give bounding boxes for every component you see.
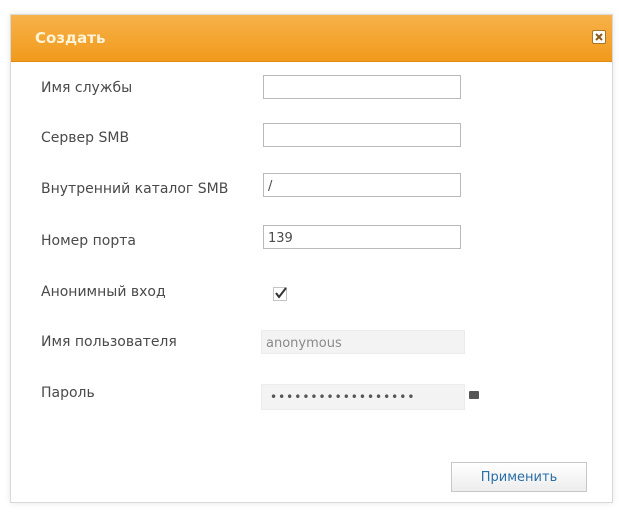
internal-dir-label: Внутренний каталог SMB: [41, 181, 229, 197]
service-name-input[interactable]: [263, 75, 461, 99]
username-label: Имя пользователя: [41, 334, 177, 350]
anonymous-checkbox[interactable]: [273, 287, 287, 301]
password-input[interactable]: ••••••••••••••••••: [261, 384, 465, 410]
port-label: Номер порта: [41, 233, 136, 249]
internal-dir-input[interactable]: [263, 173, 461, 197]
dialog-titlebar: Создать: [11, 15, 612, 62]
smb-server-input[interactable]: [263, 123, 461, 147]
port-input[interactable]: [263, 225, 461, 249]
close-icon[interactable]: [592, 30, 606, 44]
checkmark-icon: [275, 287, 287, 299]
password-label: Пароль: [41, 385, 95, 401]
create-dialog: Создать Имя службы Сервер SMB Внутренний…: [10, 14, 613, 503]
anonymous-label: Анонимный вход: [41, 284, 166, 300]
smb-server-label: Сервер SMB: [41, 130, 130, 146]
apply-button[interactable]: Применить: [451, 462, 587, 492]
service-name-label: Имя службы: [41, 80, 133, 96]
dialog-title: Создать: [35, 29, 106, 47]
username-input[interactable]: [261, 330, 465, 354]
keyboard-icon[interactable]: [469, 391, 479, 399]
